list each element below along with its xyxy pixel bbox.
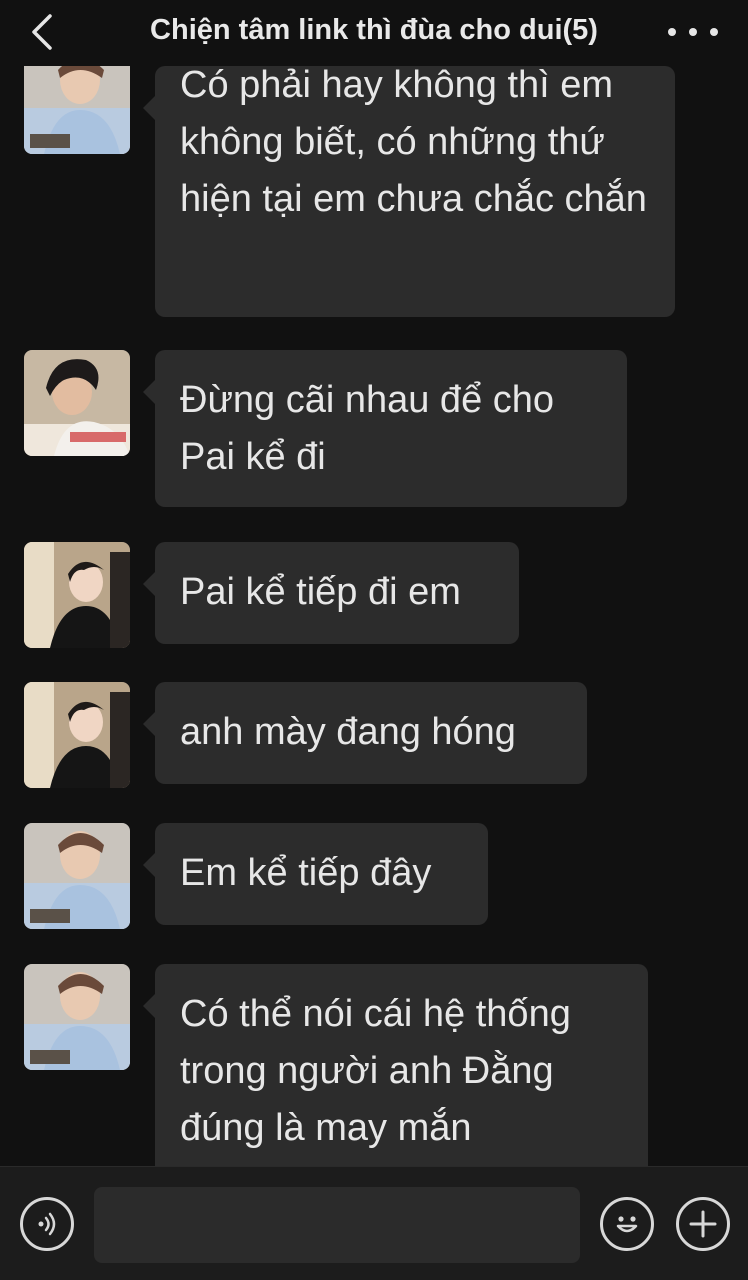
back-button[interactable] [22, 10, 62, 54]
more-dot-icon [689, 28, 697, 36]
avatar[interactable] [24, 964, 130, 1070]
message-bubble[interactable]: Có phải hay không thì em không biết, có … [143, 66, 675, 317]
chat-title: Chiện tâm link thì đùa cho dui(5) [150, 14, 598, 46]
message-bubble[interactable]: Pai kể tiếp đi em [143, 542, 519, 644]
input-bar [0, 1166, 748, 1280]
message-text: Có thể nói cái hệ thống trong người anh … [180, 993, 571, 1149]
avatar[interactable] [24, 542, 130, 648]
chevron-left-icon [32, 14, 52, 50]
voice-icon [38, 1212, 56, 1236]
emoji-icon [616, 1216, 638, 1233]
avatar[interactable] [24, 682, 130, 788]
message-text: Em kể tiếp đây [180, 852, 432, 894]
avatar[interactable] [24, 66, 130, 154]
message-bubble[interactable]: anh mày đang hóng [143, 682, 587, 784]
avatar[interactable] [24, 823, 130, 929]
more-dot-icon [710, 28, 718, 36]
avatar[interactable] [24, 350, 130, 456]
message-text: Pai kể tiếp đi em [180, 571, 461, 613]
message-list[interactable]: Có phải hay không thì em không biết, có … [0, 66, 748, 1166]
message-bubble[interactable]: Đừng cãi nhau để cho Pai kể đi [143, 350, 627, 507]
plus-icon [689, 1210, 717, 1238]
emoji-button[interactable] [600, 1197, 654, 1251]
plus-button[interactable] [676, 1197, 730, 1251]
message-bubble[interactable]: Em kể tiếp đây [143, 823, 488, 925]
chat-screen: Chiện tâm link thì đùa cho dui(5) Có phả… [0, 0, 748, 1280]
voice-button[interactable] [20, 1197, 74, 1251]
chat-header: Chiện tâm link thì đùa cho dui(5) [0, 0, 748, 66]
more-button[interactable] [668, 14, 718, 50]
message-text: Đừng cãi nhau để cho Pai kể đi [180, 379, 555, 478]
message-text: Có phải hay không thì em không biết, có … [180, 66, 647, 220]
message-bubble[interactable]: Có thể nói cái hệ thống trong người anh … [143, 964, 648, 1166]
more-dot-icon [668, 28, 676, 36]
message-input[interactable] [94, 1187, 580, 1263]
message-text: anh mày đang hóng [180, 711, 516, 753]
